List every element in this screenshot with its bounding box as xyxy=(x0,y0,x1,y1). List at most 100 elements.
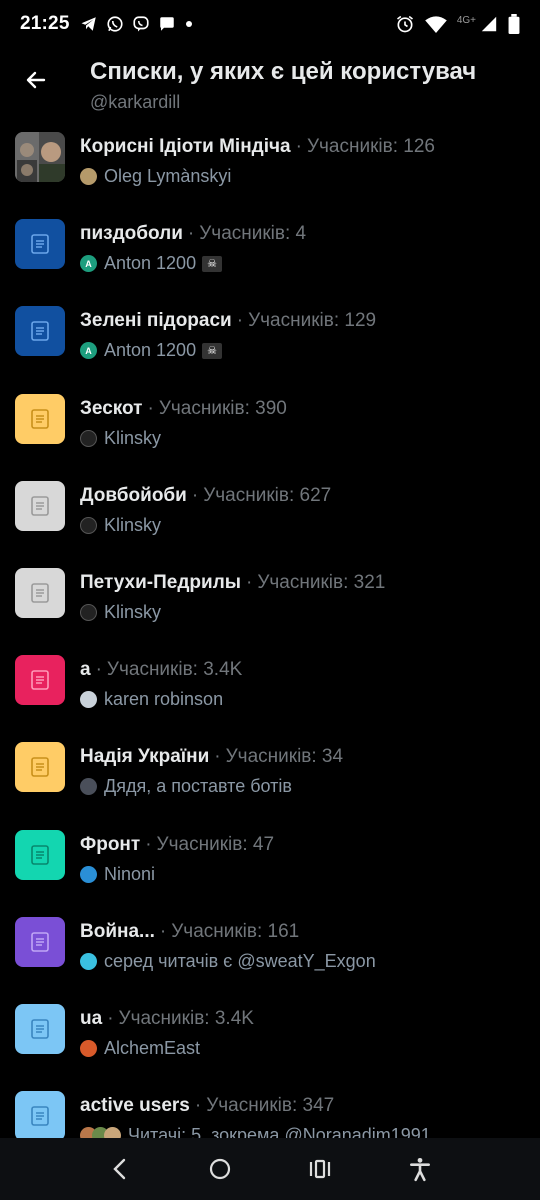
member-count: Учасників: 129 xyxy=(248,310,377,332)
back-arrow-icon xyxy=(26,71,46,89)
list-item[interactable]: Фронт · Учасників: 47 Ninoni xyxy=(0,824,540,911)
list-document-icon xyxy=(31,670,49,690)
list-name: Фронт xyxy=(80,833,141,855)
member-count: Учасників: 390 xyxy=(158,397,287,419)
back-button[interactable] xyxy=(16,60,56,100)
chat-icon xyxy=(159,17,174,31)
list-name: Довбойоби xyxy=(80,484,187,506)
list-icon xyxy=(15,1091,65,1142)
list-icon xyxy=(15,219,65,270)
list-owner-line: A Anton 1200 ☠ xyxy=(80,253,223,274)
owner-name: серед читачів є @sweatY_Exgon xyxy=(104,950,376,971)
list-owner-line: Klinsky xyxy=(80,515,161,536)
separator: · xyxy=(194,1095,202,1117)
list-document-icon xyxy=(31,931,49,952)
list-item[interactable]: пиздоболи · Учасників: 4 A Anton 1200 ☠ xyxy=(0,213,540,300)
battery-icon xyxy=(508,14,520,34)
nav-recents-button[interactable] xyxy=(300,1149,340,1189)
list-document-icon xyxy=(31,844,49,865)
page-title: Списки, у яких є цей користувач xyxy=(90,58,477,85)
owner-avatar: A xyxy=(80,342,97,360)
list-owner-line: A Anton 1200 ☠ xyxy=(80,340,223,361)
whatsapp-icon xyxy=(107,16,123,32)
owner-avatar xyxy=(80,691,97,709)
list-owner-line: серед читачів є @sweatY_Exgon xyxy=(80,951,376,972)
owner-avatar xyxy=(80,952,97,970)
nav-accessibility-button[interactable] xyxy=(400,1149,440,1189)
owner-name: Klinsky xyxy=(104,601,162,622)
owner-name: Дядя, а поставте ботів xyxy=(104,776,292,797)
list-owner-line: AlchemEast xyxy=(80,1038,200,1059)
owner-name: Anton 1200 xyxy=(104,340,197,361)
list-item[interactable]: Довбойоби · Учасників: 627 Klinsky xyxy=(0,475,540,562)
separator: · xyxy=(145,833,152,855)
list-title-line: Петухи-Педрилы · Учасників: 321 xyxy=(80,572,385,594)
page-subtitle: @karkardill xyxy=(90,92,181,112)
list-document-icon xyxy=(31,234,49,254)
list-icon xyxy=(15,306,65,357)
list-name: Корисні Ідіоти Міндіча xyxy=(80,136,291,157)
owner-avatar xyxy=(80,778,97,796)
list-item[interactable]: a · Учасників: 3.4K karen robinson xyxy=(0,649,540,736)
system-nav-bar xyxy=(0,1138,540,1200)
list-item[interactable]: Зелені підораси · Учасників: 129 A Anton 1… xyxy=(0,300,540,387)
list-owner-line: Ninoni xyxy=(80,864,155,885)
list-icon xyxy=(15,567,65,618)
home-circle-icon xyxy=(209,1158,231,1180)
list-name: пиздоболи xyxy=(80,223,183,245)
pirate-flag-icon: ☠ xyxy=(202,342,223,359)
list-title-line: active users · Учасників: 347 xyxy=(80,1095,334,1117)
list-name: a xyxy=(80,659,91,681)
status-right: 4G+ xyxy=(395,14,520,34)
member-count: Учасників: 627 xyxy=(203,484,332,506)
viber-icon xyxy=(133,16,149,32)
owner-avatar xyxy=(80,865,97,883)
list-document-icon xyxy=(31,583,49,603)
list-document-icon xyxy=(31,1106,49,1126)
signal-icon xyxy=(481,16,497,32)
owner-name: Klinsky xyxy=(104,427,162,448)
list-item[interactable]: Корисні Ідіоти Міндіча · Учасників: 126 Ol… xyxy=(0,126,540,213)
separator: · xyxy=(214,746,221,768)
status-bar: 21:25 4G+ xyxy=(0,0,540,48)
member-count: Учасників: 161 xyxy=(171,920,300,942)
owner-name: karen robinson xyxy=(104,689,224,710)
member-count: Учасників: 321 xyxy=(257,571,386,593)
list-item[interactable]: Петухи-Педрилы · Учасників: 321 Klinsky xyxy=(0,562,540,649)
owner-name: Oleg Lymànskyi xyxy=(104,166,232,186)
list-item[interactable]: Зескот · Учасників: 390 Klinsky xyxy=(0,388,540,475)
separator: · xyxy=(295,136,302,157)
pirate-flag-icon: ☠ xyxy=(202,255,223,272)
list-item[interactable]: Война... · Учасників: 161 серед читачів є … xyxy=(0,911,540,998)
list-document-icon xyxy=(31,495,49,516)
list-title-line: Война... · Учасників: 161 xyxy=(80,921,299,943)
list-icon xyxy=(15,1003,65,1054)
nav-home-button[interactable] xyxy=(200,1149,240,1189)
list-name: Зелені підораси xyxy=(80,310,232,332)
list-owner-line: Klinsky xyxy=(80,428,161,449)
list-item[interactable]: Надія України · Учасників: 34 Дядя, а пост… xyxy=(0,736,540,823)
nav-back-button[interactable] xyxy=(100,1149,140,1189)
owner-avatar: A xyxy=(80,255,97,273)
separator: · xyxy=(236,310,244,332)
owner-name: Anton 1200 xyxy=(104,253,197,274)
owner-avatar xyxy=(80,516,97,534)
wifi-icon xyxy=(425,16,447,33)
list-photo xyxy=(15,132,65,182)
owner-avatar xyxy=(80,168,97,185)
list-title-line: Зелені підораси · Учасників: 129 xyxy=(80,310,376,332)
list-icon xyxy=(15,393,65,444)
list-title-line: Надія України · Учасників: 34 xyxy=(80,746,343,768)
list-name: active users xyxy=(80,1095,190,1117)
list-item[interactable]: ua · Учасників: 3.4K AlchemEast xyxy=(0,998,540,1085)
list-name: Надія України xyxy=(80,746,210,768)
separator: · xyxy=(191,484,199,506)
separator: · xyxy=(107,1007,114,1029)
accessibility-icon xyxy=(410,1157,430,1182)
list-name: Петухи-Педрилы xyxy=(80,571,241,593)
owner-avatar xyxy=(80,603,97,621)
list-title-line: Фронт · Учасників: 47 xyxy=(80,834,274,856)
header: Списки, у яких є цей користувач @karkard… xyxy=(0,48,540,126)
telegram-icon xyxy=(81,17,96,31)
member-count: Учасників: 34 xyxy=(225,746,344,768)
